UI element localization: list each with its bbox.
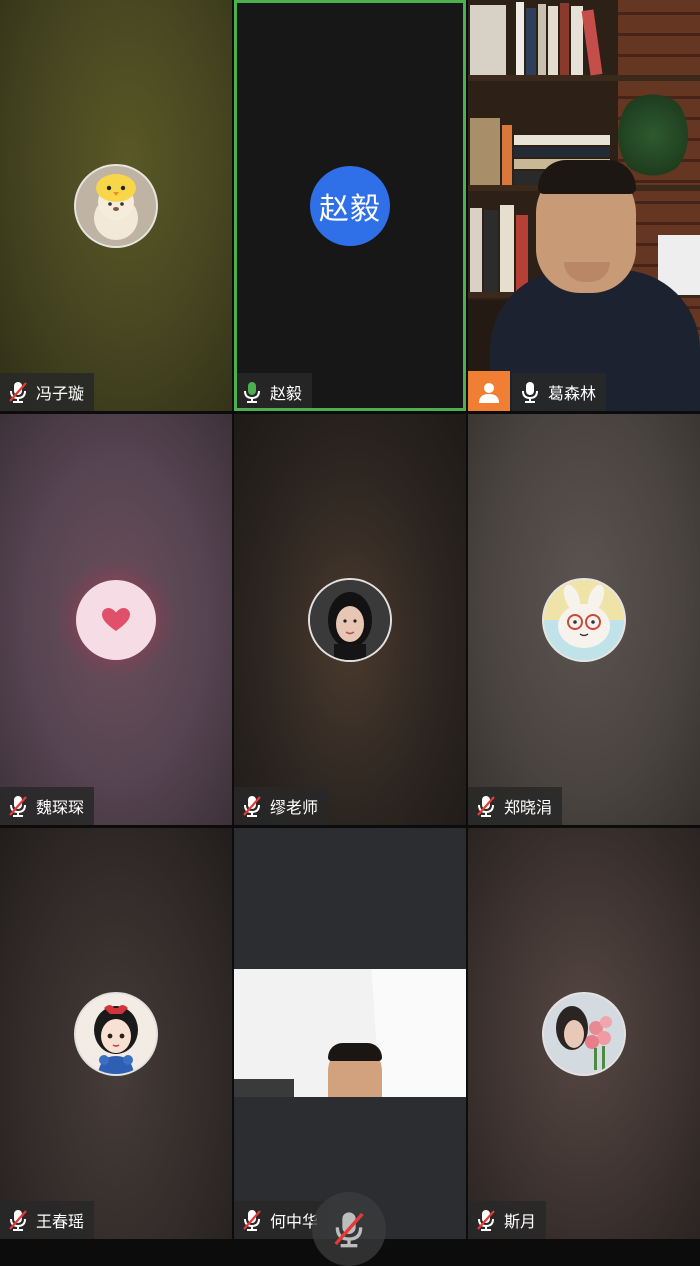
participant-name-tag: 赵毅 xyxy=(234,373,313,411)
princess-avatar xyxy=(76,993,156,1074)
mic-muted-icon xyxy=(9,1210,27,1231)
cartoon-rabbit-avatar xyxy=(544,579,624,660)
video-grid: 冯子璇 赵毅 赵毅 葛森林 魏琛琛 缪老师 郑晓涓 王春瑶 何中华 斯月 xyxy=(0,0,700,1246)
participant-tile[interactable]: 王春瑶 xyxy=(0,828,232,1239)
heart-icon xyxy=(102,607,130,631)
participant-name: 魏琛琛 xyxy=(36,798,85,817)
participant-name: 何中华 xyxy=(270,1212,319,1231)
participant-tile-active[interactable]: 赵毅 赵毅 xyxy=(234,0,466,411)
participant-name-tag: 缪老师 xyxy=(234,787,329,825)
camera-video xyxy=(234,969,466,1097)
mic-on-icon xyxy=(522,382,538,403)
participant-name: 赵毅 xyxy=(270,384,303,403)
woman-photo-avatar xyxy=(310,579,390,660)
participant-tile[interactable]: 斯月 xyxy=(468,828,700,1239)
heart-avatar xyxy=(76,579,156,660)
participant-name: 王春瑶 xyxy=(36,1212,85,1231)
participant-name-tag: 王春瑶 xyxy=(0,1201,95,1239)
duck-bear-avatar xyxy=(76,165,156,246)
participant-tile[interactable]: 郑晓涓 xyxy=(468,414,700,825)
participant-tile[interactable]: 冯子璇 xyxy=(0,0,232,411)
participant-name-tag: 斯月 xyxy=(468,1201,547,1239)
participant-name-tag: 魏琛琛 xyxy=(0,787,95,825)
participant-name: 缪老师 xyxy=(270,798,319,817)
flowers-photo-avatar xyxy=(544,993,624,1074)
mic-muted-icon xyxy=(477,796,495,817)
participant-name: 郑晓涓 xyxy=(504,798,553,817)
participant-name: 斯月 xyxy=(504,1212,537,1231)
participant-name-tag: 郑晓涓 xyxy=(468,787,563,825)
participant-tile[interactable]: 缪老师 xyxy=(234,414,466,825)
participant-tile-video[interactable]: 何中华 xyxy=(234,828,466,1239)
mic-muted-icon xyxy=(9,796,27,817)
mic-muted-icon xyxy=(9,382,27,403)
person-badge-icon xyxy=(468,371,510,411)
mute-toggle-button[interactable] xyxy=(312,1192,386,1266)
initials-avatar: 赵毅 xyxy=(310,165,390,246)
participant-tile[interactable]: 魏琛琛 xyxy=(0,414,232,825)
participant-name-tag: 葛森林 xyxy=(468,371,607,411)
participant-name-tag: 冯子璇 xyxy=(0,373,95,411)
mic-speaking-icon xyxy=(244,382,260,403)
camera-video xyxy=(468,0,700,411)
mic-muted-icon xyxy=(477,1210,495,1231)
participant-name: 葛森林 xyxy=(548,384,597,403)
mic-muted-icon xyxy=(243,796,261,817)
mic-muted-icon xyxy=(243,1210,261,1231)
mic-muted-icon xyxy=(334,1212,364,1248)
participant-tile-video[interactable]: 葛森林 xyxy=(468,0,700,411)
participant-name: 冯子璇 xyxy=(36,384,85,403)
